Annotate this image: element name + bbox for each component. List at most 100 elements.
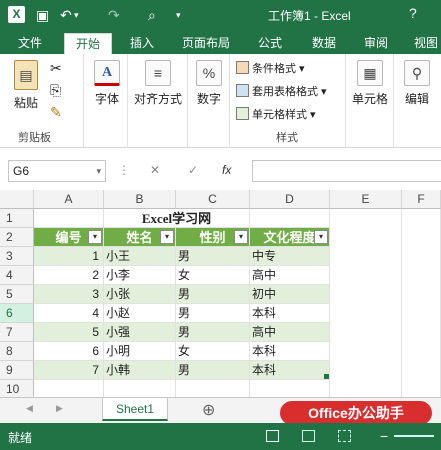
- cell[interactable]: [402, 209, 441, 397]
- cell[interactable]: [176, 380, 250, 397]
- column-header-f[interactable]: F: [402, 190, 441, 209]
- tab-page-layout[interactable]: 页面布局: [174, 33, 238, 54]
- cut-icon[interactable]: ✂: [50, 60, 62, 77]
- insert-function-icon[interactable]: fx: [222, 160, 231, 182]
- tab-review[interactable]: 审阅: [356, 33, 396, 54]
- filter-dropdown-icon[interactable]: ▾: [160, 230, 174, 244]
- table-cell[interactable]: 女: [176, 342, 250, 361]
- tab-view[interactable]: 视图: [406, 33, 441, 54]
- table-resize-handle[interactable]: [324, 374, 329, 379]
- tab-data[interactable]: 数据: [304, 33, 344, 54]
- page-layout-view-icon[interactable]: [302, 430, 315, 442]
- table-cell[interactable]: 高中: [250, 323, 330, 342]
- table-cell[interactable]: 中专: [250, 247, 330, 266]
- row-header-6[interactable]: 6: [0, 304, 34, 323]
- chevron-down-icon[interactable]: ▾: [96, 161, 101, 181]
- tab-insert[interactable]: 插入: [122, 33, 162, 54]
- column-header-c[interactable]: C: [176, 190, 250, 209]
- formula-input[interactable]: [252, 160, 441, 182]
- format-as-table-button[interactable]: 套用表格格式 ▾: [236, 83, 327, 99]
- row-header-4[interactable]: 4: [0, 266, 34, 285]
- table-cell[interactable]: 男: [176, 285, 250, 304]
- cell[interactable]: [34, 209, 104, 228]
- tab-formulas[interactable]: 公式: [250, 33, 290, 54]
- table-cell[interactable]: 高中: [250, 266, 330, 285]
- table-cell[interactable]: 小韩: [104, 361, 176, 380]
- table-header[interactable]: 姓名 ▾: [104, 228, 176, 247]
- number-button[interactable]: % 数字: [192, 60, 226, 107]
- table-cell[interactable]: 3: [34, 285, 104, 304]
- name-box[interactable]: G6 ▾: [8, 160, 106, 182]
- font-button[interactable]: A 字体: [90, 60, 124, 107]
- add-sheet-icon[interactable]: ⊕: [202, 400, 215, 420]
- enter-icon[interactable]: ✓: [188, 160, 198, 182]
- help-icon[interactable]: ?: [409, 5, 417, 21]
- cell[interactable]: [250, 380, 330, 397]
- customize-toolbar-icon[interactable]: ▾: [176, 5, 181, 25]
- row-header-5[interactable]: 5: [0, 285, 34, 304]
- table-header[interactable]: 性别 ▾: [176, 228, 250, 247]
- table-cell[interactable]: 6: [34, 342, 104, 361]
- table-cell[interactable]: 初中: [250, 285, 330, 304]
- column-header-d[interactable]: D: [250, 190, 330, 209]
- column-header-e[interactable]: E: [330, 190, 402, 209]
- copy-icon[interactable]: ⎘: [50, 82, 61, 99]
- table-cell[interactable]: 男: [176, 247, 250, 266]
- column-header-a[interactable]: A: [34, 190, 104, 209]
- table-cell[interactable]: 小李: [104, 266, 176, 285]
- filter-dropdown-icon[interactable]: ▾: [88, 230, 102, 244]
- cell[interactable]: [104, 380, 176, 397]
- select-all-corner[interactable]: [0, 190, 34, 209]
- table-header[interactable]: 编号 ▾: [34, 228, 104, 247]
- table-cell[interactable]: 本科: [250, 342, 330, 361]
- tab-file[interactable]: 文件: [8, 33, 52, 54]
- worksheet-grid[interactable]: A B C D E F 1 2 3 4 5 6 7 8 9 10 Excel学习…: [0, 190, 441, 397]
- zoom-out-icon[interactable]: −: [380, 428, 388, 444]
- undo-icon[interactable]: ↶: [60, 5, 72, 25]
- cell[interactable]: [34, 380, 104, 397]
- editing-button[interactable]: ⚲ 编辑: [398, 60, 436, 107]
- cancel-icon[interactable]: ✕: [150, 160, 160, 182]
- format-painter-icon[interactable]: ✎: [50, 104, 62, 121]
- table-cell[interactable]: 1: [34, 247, 104, 266]
- sheet-title[interactable]: Excel学习网: [104, 209, 250, 228]
- table-cell[interactable]: 小王: [104, 247, 176, 266]
- row-header-1[interactable]: 1: [0, 209, 34, 228]
- table-cell[interactable]: 本科: [250, 361, 330, 380]
- splitter-icon[interactable]: ⋮: [118, 163, 130, 177]
- cells-button[interactable]: ▦ 单元格: [348, 60, 392, 107]
- next-sheet-icon[interactable]: ▶: [56, 403, 63, 414]
- tab-home[interactable]: 开始: [64, 33, 112, 54]
- filter-dropdown-icon[interactable]: ▾: [314, 230, 328, 244]
- table-cell[interactable]: 小强: [104, 323, 176, 342]
- table-cell[interactable]: 男: [176, 361, 250, 380]
- paste-button[interactable]: ▤ 粘贴: [10, 60, 42, 111]
- normal-view-icon[interactable]: [266, 430, 279, 442]
- row-header-10[interactable]: 10: [0, 380, 34, 397]
- redo-icon[interactable]: ↷: [108, 5, 120, 25]
- table-cell[interactable]: 2: [34, 266, 104, 285]
- filter-dropdown-icon[interactable]: ▾: [234, 230, 248, 244]
- table-cell[interactable]: 7: [34, 361, 104, 380]
- table-cell[interactable]: 4: [34, 304, 104, 323]
- table-cell[interactable]: 女: [176, 266, 250, 285]
- row-header-9[interactable]: 9: [0, 361, 34, 380]
- cell[interactable]: [250, 209, 330, 228]
- page-break-view-icon[interactable]: [338, 430, 351, 442]
- table-cell[interactable]: 小赵: [104, 304, 176, 323]
- column-header-b[interactable]: B: [104, 190, 176, 209]
- table-header[interactable]: 文化程度 ▾: [250, 228, 330, 247]
- undo-dropdown-icon[interactable]: ▾: [74, 5, 79, 25]
- save-icon[interactable]: ▣: [36, 5, 49, 25]
- table-cell[interactable]: 本科: [250, 304, 330, 323]
- cell-styles-button[interactable]: 单元格样式 ▾: [236, 106, 316, 122]
- zoom-slider[interactable]: [394, 435, 434, 437]
- table-cell[interactable]: 5: [34, 323, 104, 342]
- table-cell[interactable]: 小明: [104, 342, 176, 361]
- table-cell[interactable]: 小张: [104, 285, 176, 304]
- table-cell[interactable]: 男: [176, 323, 250, 342]
- sheet-tab-sheet1[interactable]: Sheet1: [102, 398, 168, 421]
- table-cell[interactable]: 男: [176, 304, 250, 323]
- conditional-formatting-button[interactable]: 条件格式 ▾: [236, 60, 305, 76]
- row-header-2[interactable]: 2: [0, 228, 34, 247]
